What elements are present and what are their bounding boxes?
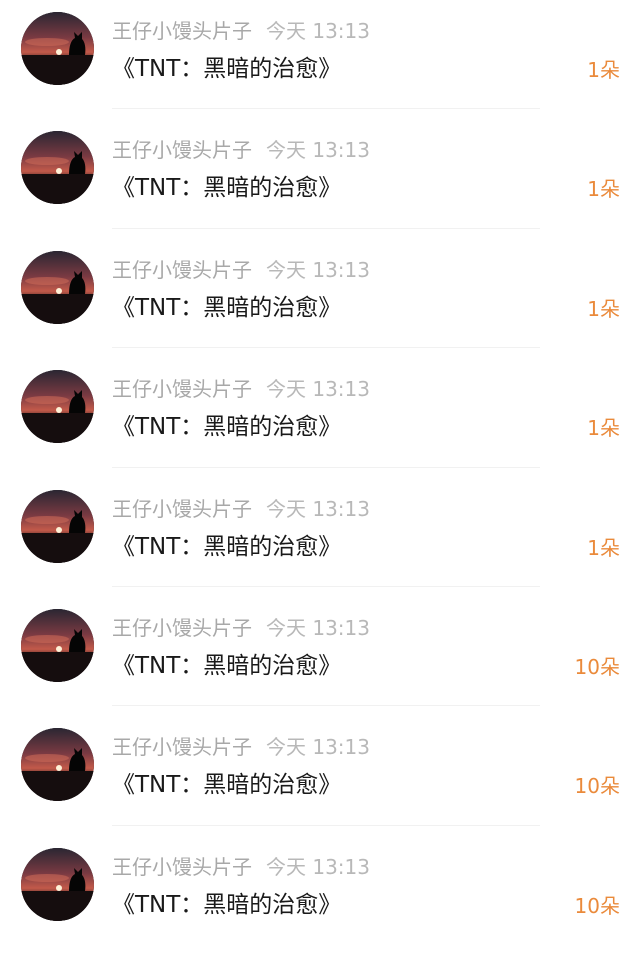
work-title[interactable]: 《TNT：黑暗的治愈》 <box>112 293 341 323</box>
avatar-sunset-silhouette-icon <box>21 131 94 205</box>
work-title[interactable]: 《TNT：黑暗的治愈》 <box>112 651 341 681</box>
avatar[interactable] <box>21 12 94 85</box>
avatar[interactable] <box>21 131 94 205</box>
list-item[interactable]: 王仔小馒头片子 今天 13:13 《TNT：黑暗的治愈》 1朵 <box>0 239 640 358</box>
avatar-sunset-silhouette-icon <box>21 489 94 563</box>
message-meta: 王仔小馒头片子 今天 13:13 <box>112 18 370 44</box>
avatar[interactable] <box>21 728 94 802</box>
divider <box>112 227 540 229</box>
avatar[interactable] <box>21 489 94 563</box>
username[interactable]: 王仔小馒头片子 <box>112 855 252 879</box>
timestamp: 今天 13:13 <box>266 19 370 43</box>
list-item[interactable]: 王仔小馒头片子 今天 13:13 《TNT：黑暗的治愈》 1朵 <box>0 119 640 238</box>
timestamp: 今天 13:13 <box>266 854 370 879</box>
flower-count: 1朵 <box>587 296 620 321</box>
list-item[interactable]: 王仔小馒头片子 今天 13:13 《TNT：黑暗的治愈》 1朵 <box>0 0 640 119</box>
work-title[interactable]: 《TNT：黑暗的治愈》 <box>112 54 341 84</box>
avatar-sunset-silhouette-icon <box>21 728 94 802</box>
username[interactable]: 王仔小馒头片子 <box>112 377 252 401</box>
list-item[interactable]: 王仔小馒头片子 今天 13:13 《TNT：黑暗的治愈》 10朵 <box>0 597 640 716</box>
divider <box>112 705 540 707</box>
work-title[interactable]: 《TNT：黑暗的治愈》 <box>112 412 341 442</box>
message-meta: 王仔小馒头片子 今天 13:13 <box>112 376 370 402</box>
timestamp: 今天 13:13 <box>266 496 370 521</box>
timestamp: 今天 13:13 <box>266 615 370 640</box>
message-meta: 王仔小馒头片子 今天 13:13 <box>112 137 370 163</box>
avatar-sunset-silhouette-icon <box>21 847 94 921</box>
avatar[interactable] <box>21 847 94 921</box>
avatar[interactable] <box>21 608 94 682</box>
avatar-sunset-silhouette-icon <box>21 608 94 682</box>
work-title[interactable]: 《TNT：黑暗的治愈》 <box>112 173 341 203</box>
username[interactable]: 王仔小馒头片子 <box>112 258 252 282</box>
timestamp: 今天 13:13 <box>266 257 370 282</box>
list-item[interactable]: 王仔小馒头片子 今天 13:13 《TNT：黑暗的治愈》 10朵 <box>0 836 640 955</box>
flower-count: 1朵 <box>587 416 620 441</box>
avatar-sunset-silhouette-icon <box>21 370 94 444</box>
divider <box>112 824 540 826</box>
avatar-sunset-silhouette-icon <box>21 12 94 85</box>
message-meta: 王仔小馒头片子 今天 13:13 <box>112 854 370 880</box>
message-meta: 王仔小馒头片子 今天 13:13 <box>112 496 370 522</box>
timestamp: 今天 13:13 <box>266 735 370 760</box>
message-meta: 王仔小馒头片子 今天 13:13 <box>112 734 370 760</box>
list-item[interactable]: 王仔小馒头片子 今天 13:13 《TNT：黑暗的治愈》 1朵 <box>0 478 640 597</box>
timestamp: 今天 13:13 <box>266 138 370 163</box>
work-title[interactable]: 《TNT：黑暗的治愈》 <box>112 770 341 800</box>
flower-count: 1朵 <box>587 535 620 560</box>
avatar[interactable] <box>21 370 94 444</box>
username[interactable]: 王仔小馒头片子 <box>112 497 252 521</box>
message-meta: 王仔小馒头片子 今天 13:13 <box>112 615 370 641</box>
username[interactable]: 王仔小馒头片子 <box>112 19 252 43</box>
divider <box>112 108 540 110</box>
timestamp: 今天 13:13 <box>266 377 370 402</box>
flower-count: 1朵 <box>587 177 620 202</box>
avatar[interactable] <box>21 250 94 324</box>
list-item[interactable]: 王仔小馒头片子 今天 13:13 《TNT：黑暗的治愈》 10朵 <box>0 716 640 835</box>
avatar-sunset-silhouette-icon <box>21 250 94 324</box>
divider <box>112 347 540 349</box>
flower-count: 10朵 <box>574 774 620 799</box>
divider <box>112 466 540 468</box>
flower-count: 10朵 <box>574 893 620 918</box>
work-title[interactable]: 《TNT：黑暗的治愈》 <box>112 532 341 562</box>
username[interactable]: 王仔小馒头片子 <box>112 616 252 640</box>
work-title[interactable]: 《TNT：黑暗的治愈》 <box>112 890 341 920</box>
message-meta: 王仔小馒头片子 今天 13:13 <box>112 257 370 283</box>
username[interactable]: 王仔小馒头片子 <box>112 735 252 759</box>
list-item[interactable]: 王仔小馒头片子 今天 13:13 《TNT：黑暗的治愈》 1朵 <box>0 358 640 477</box>
divider <box>112 585 540 587</box>
flower-count: 1朵 <box>587 58 620 82</box>
username[interactable]: 王仔小馒头片子 <box>112 138 252 162</box>
flower-count: 10朵 <box>574 654 620 679</box>
gift-record-list: 王仔小馒头片子 今天 13:13 《TNT：黑暗的治愈》 1朵 王仔小馒头片子 … <box>0 0 640 940</box>
